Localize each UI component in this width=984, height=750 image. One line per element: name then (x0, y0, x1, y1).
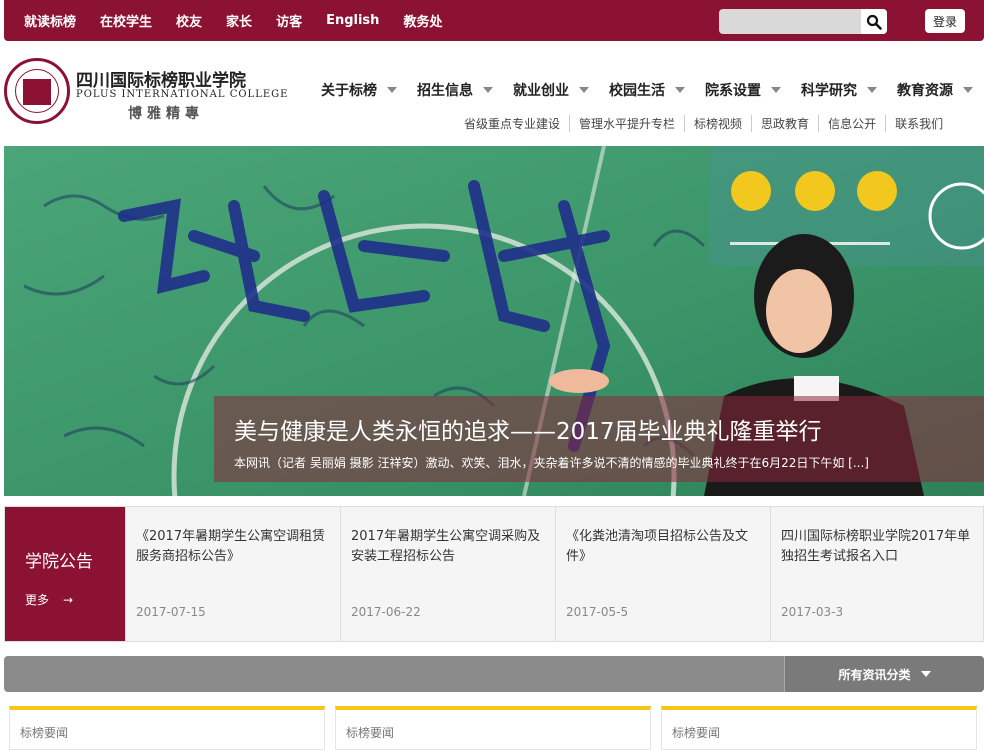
college-name-en: POLUS INTERNATIONAL COLLEGE (76, 89, 289, 100)
notice-header: 学院公告 更多 → (5, 507, 125, 641)
sub-nav-management[interactable]: 管理水平提升专栏 (569, 115, 684, 132)
notice-card-date: 2017-06-22 (351, 605, 421, 619)
news-column: 标榜要闻 (661, 706, 977, 750)
search-icon (866, 14, 882, 30)
main-nav-label: 就业创业 (513, 83, 569, 99)
main-nav-label: 教育资源 (897, 83, 953, 99)
all-categories-dropdown[interactable]: 所有资讯分类 (784, 656, 984, 692)
category-bar: 所有资讯分类 (4, 656, 984, 692)
news-column: 标榜要闻 (9, 706, 325, 750)
sub-nav-videos[interactable]: 标榜视频 (684, 115, 751, 132)
search-box (719, 9, 887, 34)
top-nav-enroll[interactable]: 就读标榜 (24, 11, 76, 30)
arrow-right-icon: → (63, 592, 74, 607)
notice-card-date: 2017-07-15 (136, 605, 206, 619)
main-nav-careers[interactable]: 就业创业 (513, 80, 589, 100)
notice-card-title[interactable]: 《化粪池清淘项目招标公告及文件》 (566, 527, 761, 567)
chevron-down-icon (675, 87, 685, 93)
top-nav-visitors[interactable]: 访客 (276, 11, 302, 30)
chevron-down-icon (867, 87, 877, 93)
chevron-down-icon (771, 87, 781, 93)
notice-card[interactable]: 四川国际标榜职业学院2017年单独招生考试报名入口 2017-03-3 (770, 507, 984, 641)
sub-nav-ideology[interactable]: 思政教育 (751, 115, 818, 132)
notice-card-title[interactable]: 四川国际标榜职业学院2017年单独招生考试报名入口 (781, 527, 976, 567)
notice-title: 学院公告 (25, 552, 93, 572)
notice-card-date: 2017-03-3 (781, 605, 844, 619)
main-nav-resources[interactable]: 教育资源 (897, 80, 973, 100)
top-nav-academic-affairs[interactable]: 教务处 (403, 11, 442, 30)
chevron-down-icon (387, 87, 397, 93)
top-nav-students[interactable]: 在校学生 (100, 11, 152, 30)
login-button[interactable]: 登录 (925, 9, 965, 33)
seal-monogram (23, 79, 51, 105)
main-nav-campus-life[interactable]: 校园生活 (609, 80, 685, 100)
search-input[interactable] (719, 9, 857, 34)
chevron-down-icon (963, 87, 973, 93)
all-categories-label: 所有资讯分类 (838, 667, 911, 682)
banner-caption[interactable]: 美与健康是人类永恒的追求——2017届毕业典礼隆重举行 本网讯（记者 吴丽娟 摄… (214, 396, 984, 482)
top-nav-english[interactable]: English (326, 13, 379, 28)
notice-more-link[interactable]: 更多 → (25, 591, 73, 608)
college-seal-icon (4, 58, 70, 124)
notice-card-title[interactable]: 《2017年暑期学生公寓空调租赁服务商招标公告》 (136, 527, 331, 567)
main-nav-research[interactable]: 科学研究 (801, 80, 877, 100)
sub-nav: 省级重点专业建设 管理水平提升专栏 标榜视频 思政教育 信息公开 联系我们 (455, 115, 952, 132)
notice-card[interactable]: 《2017年暑期学生公寓空调租赁服务商招标公告》 2017-07-15 (125, 507, 340, 641)
banner-caption-text: 本网讯（记者 吴丽娟 摄影 汪祥安）激动、欢笑、泪水，夹杂着许多说不清的情感的毕… (234, 456, 869, 470)
main-nav-label: 关于标榜 (321, 83, 377, 99)
top-nav: 就读标榜 在校学生 校友 家长 访客 English 教务处 (12, 0, 454, 41)
news-column: 标榜要闻 (335, 706, 651, 750)
chevron-down-icon (579, 87, 589, 93)
main-nav-admissions[interactable]: 招生信息 (417, 80, 493, 100)
news-column-title[interactable]: 标榜要闻 (20, 724, 68, 741)
notice-card-title[interactable]: 2017年暑期学生公寓空调采购及安装工程招标公告 (351, 527, 546, 567)
news-column-title[interactable]: 标榜要闻 (672, 724, 720, 741)
chevron-down-icon (920, 671, 931, 677)
college-motto: 博雅精專 (128, 106, 204, 122)
main-nav-departments[interactable]: 院系设置 (705, 80, 781, 100)
college-name-cn: 四川国际标榜职业学院 (76, 71, 246, 91)
main-nav-label: 校园生活 (609, 83, 665, 99)
notice-section: 学院公告 更多 → 《2017年暑期学生公寓空调租赁服务商招标公告》 2017-… (4, 506, 984, 642)
top-nav-alumni[interactable]: 校友 (176, 11, 202, 30)
chevron-down-icon (483, 87, 493, 93)
notice-more-label: 更多 (25, 593, 50, 607)
notice-card[interactable]: 2017年暑期学生公寓空调采购及安装工程招标公告 2017-06-22 (340, 507, 555, 641)
hero-banner[interactable]: 美与健康是人类永恒的追求——2017届毕业典礼隆重举行 本网讯（记者 吴丽娟 摄… (4, 146, 984, 496)
banner-caption-title[interactable]: 美与健康是人类永恒的追求——2017届毕业典礼隆重举行 (234, 412, 822, 446)
main-nav-label: 科学研究 (801, 83, 857, 99)
sub-nav-key-majors[interactable]: 省级重点专业建设 (455, 115, 569, 132)
main-nav: 关于标榜 招生信息 就业创业 校园生活 院系设置 科学研究 教育资源 (321, 80, 984, 100)
main-nav-about[interactable]: 关于标榜 (321, 80, 397, 100)
sub-nav-contact[interactable]: 联系我们 (885, 115, 952, 132)
search-button[interactable] (861, 9, 887, 34)
news-column-title[interactable]: 标榜要闻 (346, 724, 394, 741)
notice-card-date: 2017-05-5 (566, 605, 629, 619)
top-nav-parents[interactable]: 家长 (226, 11, 252, 30)
notice-card[interactable]: 《化粪池清淘项目招标公告及文件》 2017-05-5 (555, 507, 770, 641)
main-nav-label: 院系设置 (705, 83, 761, 99)
main-nav-label: 招生信息 (417, 83, 473, 99)
sub-nav-disclosure[interactable]: 信息公开 (818, 115, 885, 132)
